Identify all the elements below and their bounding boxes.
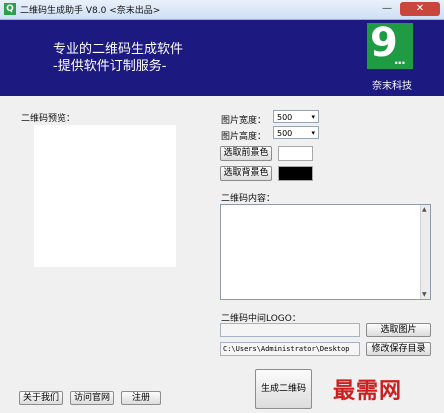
chevron-down-icon: ▾: [311, 129, 315, 137]
visit-website-button[interactable]: 访问官网: [70, 391, 114, 405]
site-watermark: 最需网: [333, 378, 403, 404]
width-select[interactable]: 500 ▾: [273, 110, 319, 123]
close-button[interactable]: ✕: [400, 2, 440, 16]
preview-label: 二维码预览：: [21, 114, 76, 124]
change-save-directory-button[interactable]: 修改保存目录: [366, 342, 431, 356]
qr-content-textarea[interactable]: ▲ ▼: [220, 204, 431, 300]
content-label: 二维码内容：: [221, 194, 276, 204]
header-banner: 专业的二维码生成软件 -提供软件订制服务- 9 ... 奈末科技: [0, 20, 444, 96]
height-select[interactable]: 500 ▾: [273, 126, 319, 139]
width-select-value: 500: [277, 113, 293, 122]
pick-image-button[interactable]: 选取图片: [366, 323, 431, 337]
chevron-down-icon: ▾: [311, 113, 315, 121]
scroll-down-icon[interactable]: ▼: [422, 291, 427, 298]
about-us-button[interactable]: 关于我们: [19, 391, 63, 405]
company-logo: 9 ...: [367, 21, 413, 69]
height-select-value: 500: [277, 129, 293, 138]
height-label: 图片高度：: [221, 132, 267, 142]
window-title: 二维码生成助手 V8.0 <奈末出品>: [20, 6, 161, 16]
minimize-button[interactable]: —: [378, 2, 396, 16]
logo-dots: ...: [394, 53, 406, 67]
foreground-color-swatch[interactable]: [278, 146, 313, 161]
content-scrollbar[interactable]: ▲ ▼: [420, 205, 430, 299]
logo-path-field[interactable]: [220, 323, 360, 337]
title-bar: Q 二维码生成助手 V8.0 <奈末出品> — ✕: [0, 0, 444, 20]
app-icon: Q: [4, 3, 16, 15]
background-color-swatch[interactable]: [278, 166, 313, 181]
qr-preview-area: [34, 125, 176, 267]
pick-foreground-color-button[interactable]: 选取前景色: [220, 146, 272, 161]
banner-subline: -提供软件订制服务-: [53, 59, 167, 74]
register-button[interactable]: 注册: [121, 391, 161, 405]
scroll-up-icon[interactable]: ▲: [422, 206, 427, 213]
width-label: 图片宽度：: [221, 116, 267, 126]
company-name: 奈末科技: [372, 81, 412, 92]
pick-background-color-button[interactable]: 选取背景色: [220, 166, 272, 181]
generate-qr-button[interactable]: 生成二维码: [255, 369, 312, 409]
save-directory-field[interactable]: C:\Users\Administrator\Desktop: [220, 342, 360, 356]
